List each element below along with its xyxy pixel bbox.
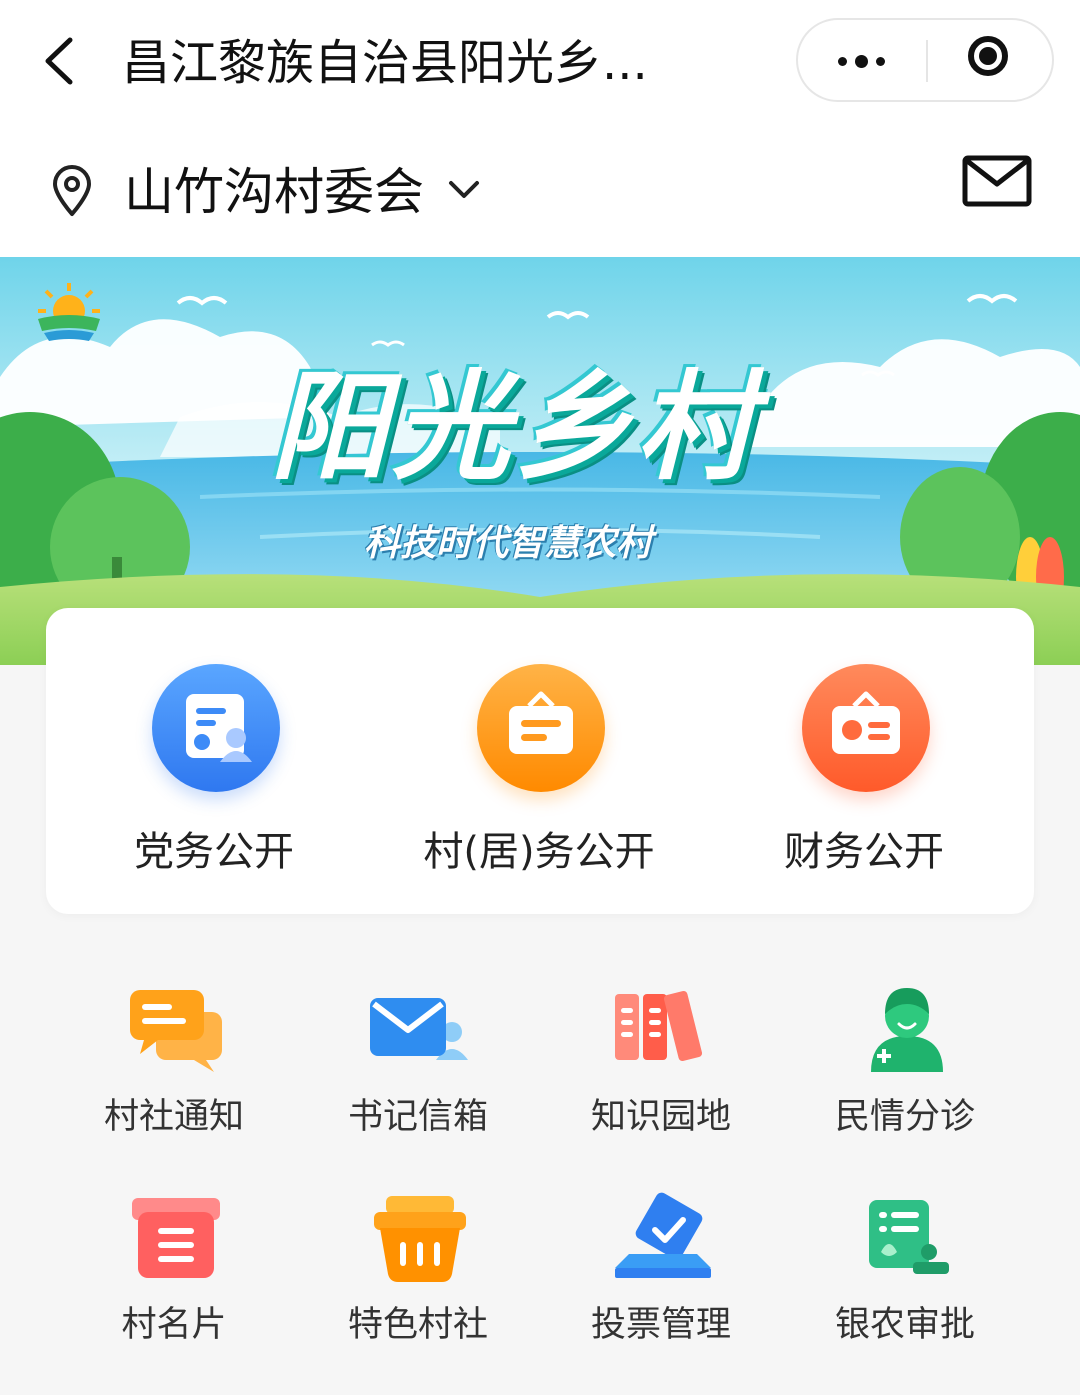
chevron-left-icon[interactable] bbox=[40, 36, 80, 86]
card-label: 村(居)务公开 bbox=[423, 829, 655, 875]
grid-item-bank-approval[interactable]: 银农审批 bbox=[785, 1192, 1025, 1372]
vote-box-icon bbox=[613, 1192, 713, 1292]
notification-chat-icon bbox=[126, 984, 226, 1084]
location-bar: 山竹沟村委会 bbox=[0, 125, 1080, 257]
top-nav-bar: 昌江黎族自治县阳光乡... bbox=[0, 0, 1080, 125]
party-affairs-button[interactable]: 党务公开 bbox=[54, 664, 374, 894]
close-button[interactable] bbox=[928, 20, 1052, 100]
banner-title: 阳光乡村 bbox=[270, 358, 759, 496]
grid-label: 书记信箱 bbox=[347, 1097, 488, 1137]
grid-item-knowledge-garden[interactable]: 知识园地 bbox=[541, 984, 781, 1164]
grid-item-vote-management[interactable]: 投票管理 bbox=[541, 1192, 781, 1372]
basket-icon bbox=[370, 1192, 470, 1292]
approval-doc-icon bbox=[857, 1192, 957, 1292]
secretary-mailbox-icon bbox=[370, 984, 470, 1084]
village-selector[interactable]: 山竹沟村委会 bbox=[124, 157, 424, 227]
mini-program-capsule bbox=[796, 18, 1054, 102]
grid-item-village-card[interactable]: 村名片 bbox=[54, 1192, 294, 1372]
party-affairs-icon bbox=[152, 664, 280, 792]
finance-button[interactable]: 财务公开 bbox=[704, 664, 1024, 894]
page-title: 昌江黎族自治县阳光乡... bbox=[122, 35, 648, 91]
grid-label: 村社通知 bbox=[103, 1097, 244, 1137]
village-affairs-button[interactable]: 村(居)务公开 bbox=[379, 664, 699, 894]
mail-icon[interactable] bbox=[962, 155, 1032, 207]
grid-label: 村名片 bbox=[121, 1305, 227, 1345]
grid-label: 知识园地 bbox=[590, 1097, 731, 1137]
grid-item-secretary-mailbox[interactable]: 书记信箱 bbox=[298, 984, 538, 1164]
village-affairs-icon bbox=[477, 664, 605, 792]
grid-item-featured-village[interactable]: 特色村社 bbox=[298, 1192, 538, 1372]
sun-logo-icon bbox=[34, 281, 104, 345]
grid-label: 银农审批 bbox=[834, 1305, 975, 1345]
grid-label: 投票管理 bbox=[590, 1305, 731, 1345]
grid-label: 特色村社 bbox=[347, 1305, 488, 1345]
location-pin-icon bbox=[50, 165, 94, 217]
doctor-icon bbox=[857, 984, 957, 1084]
books-icon bbox=[613, 984, 713, 1084]
public-affairs-card: 党务公开 村(居)务公开 财务公开 bbox=[46, 608, 1034, 914]
grid-label: 民情分诊 bbox=[834, 1097, 975, 1137]
card-label: 财务公开 bbox=[784, 829, 944, 875]
village-card-icon bbox=[126, 1192, 226, 1292]
more-button[interactable] bbox=[798, 20, 926, 100]
banner-subtitle: 科技时代智慧农村 bbox=[364, 523, 653, 564]
grid-item-village-notice[interactable]: 村社通知 bbox=[54, 984, 294, 1164]
banner[interactable]: 阳光乡村 科技时代智慧农村 bbox=[0, 257, 1080, 665]
chevron-down-icon[interactable] bbox=[446, 177, 482, 203]
finance-icon bbox=[802, 664, 930, 792]
card-label: 党务公开 bbox=[134, 829, 294, 875]
grid-item-public-sentiment[interactable]: 民情分诊 bbox=[785, 984, 1025, 1164]
